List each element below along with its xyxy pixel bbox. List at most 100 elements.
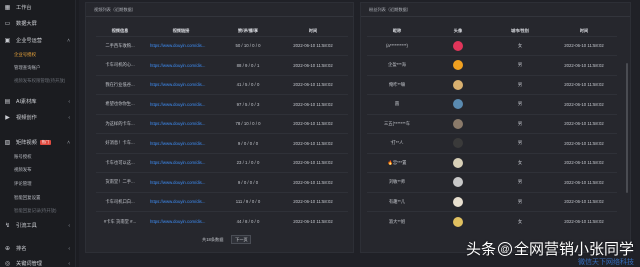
fox-avatar[interactable]	[453, 60, 463, 71]
fan-nickname-cell: 有趣**儿	[367, 191, 427, 212]
road-avatar[interactable]	[453, 118, 463, 129]
table-header-row: 昵称 头像 城市/性别 时间	[367, 26, 617, 36]
fan-time-cell: 2022-06-10 11:58:02	[551, 55, 617, 75]
sidebar-item-ai-library[interactable]: ▤ AI素材库 ‹	[0, 98, 76, 106]
video-link[interactable]: https://www.douyin.com/dis...	[144, 35, 218, 56]
sidebar-item-traffic-tool[interactable]: ↯ 引流工具 ‹	[0, 222, 76, 230]
fan-avatar-cell	[427, 133, 489, 153]
sidebar-item-keyword[interactable]: ◎ 关键词管理 ‹	[0, 260, 76, 267]
fan-gender-cell: 男	[489, 172, 551, 192]
table-row: 刘敏**师 男 2022-06-10 11:58:02	[367, 172, 617, 192]
next-page-button[interactable]: 下一页	[231, 235, 252, 244]
video-time-cell: 2022-06-10 11:58:02	[278, 94, 348, 114]
sidebar-subitem-publish-permission[interactable]: 视频发布权限管理(待开放)	[14, 78, 65, 84]
chevron-up-icon: ˄	[67, 139, 70, 146]
sidebar-item-matrix-video[interactable]: ▧ 矩阵视频 热门 ˄	[0, 139, 76, 147]
video-stats-cell: 9 / 0 / 0 / 0	[218, 172, 278, 192]
fan-avatar-cell	[427, 152, 489, 173]
video-link[interactable]: https://www.douyin.com/dis...	[144, 211, 218, 231]
video-link[interactable]: https://www.douyin.com/dis...	[144, 94, 218, 114]
fan-time-cell: 2022-06-10 11:58:02	[551, 74, 617, 95]
column-header: 头像	[453, 27, 463, 33]
at-icon: @	[497, 241, 512, 256]
video-table-body: 二手西车收购... https://www.douyin.com/dis... 50…	[96, 35, 348, 231]
sidebar-subitem-account-auth[interactable]: 账号授权	[14, 154, 32, 160]
column-header: 视频链接	[172, 27, 190, 33]
video-list-panel: 视频列表（近期数据） 视频信息 视频链接 赞/评/播/享 时间 二手西车收购..…	[85, 2, 354, 253]
sidebar: ▦ 工作台 ▭ 数据大屏 ▣ 企业号运营 ˄ 企业号授权 管理查询账户 视频发布…	[0, 0, 76, 267]
fan-avatar-cell	[427, 211, 489, 231]
sidebar-item-video-create[interactable]: ▶ 视频创作 ‹	[0, 114, 76, 122]
sun-avatar[interactable]	[453, 216, 463, 227]
video-info-cell: 好消息！卡车...	[96, 133, 144, 153]
table-row: #卡车 货南堂 #... https://www.douyin.com/dis..…	[96, 211, 348, 231]
fan-avatar-cell	[427, 191, 489, 212]
video-stats-cell: 44 / 8 / 0 / 0	[218, 211, 278, 231]
table-row: 二手西车收购... https://www.douyin.com/dis... 50…	[96, 35, 348, 56]
fan-nickname-cell: 🔥忠***置	[367, 152, 427, 173]
video-link[interactable]: https://www.douyin.com/dis...	[144, 113, 218, 134]
video-link[interactable]: https://www.douyin.com/dis...	[144, 133, 218, 153]
fan-gender-cell: 男	[489, 113, 551, 134]
fan-avatar-cell	[427, 35, 489, 56]
chevron-left-icon: ‹	[68, 98, 70, 105]
sidebar-item-ranking[interactable]: ⊕ 排名 ‹	[0, 245, 76, 253]
music-note-avatar[interactable]	[453, 40, 463, 51]
table-row: 希望也你你生... https://www.douyin.com/dis... 97…	[96, 94, 348, 114]
fans-list-panel: 粉丝列表（近期数据） 昵称 头像 城市/性别 时间 (a**********) 女…	[360, 2, 631, 253]
video-time-cell: 2022-06-10 11:58:02	[278, 55, 348, 75]
fan-nickname-cell: 淑大**姐	[367, 211, 427, 231]
table-row: 有趣**儿 男 2022-06-10 11:58:02	[367, 191, 617, 212]
dark-avatar[interactable]	[453, 138, 463, 149]
dashboard-icon: ▭	[4, 21, 11, 27]
table-row: 🔥忠***置 女 2022-06-10 11:58:02	[367, 152, 617, 173]
main-content: 视频列表（近期数据） 视频信息 视频链接 赞/评/播/享 时间 二手西车收购..…	[79, 0, 640, 267]
table-row: 卡车也可以这... https://www.douyin.com/dis... 23…	[96, 152, 348, 173]
sidebar-item-label: 排名	[16, 246, 27, 252]
sidebar-item-workbench[interactable]: ▦ 工作台	[0, 4, 76, 11]
sidebar-item-label: 矩阵视频	[16, 140, 37, 146]
sidebar-subitem-enterprise-auth[interactable]: 企业号授权	[14, 52, 36, 58]
video-time-cell: 2022-06-10 11:58:02	[278, 133, 348, 153]
fan-time-cell: 2022-06-10 11:58:02	[551, 191, 617, 212]
traffic-tool-icon: ↯	[4, 223, 11, 229]
video-link[interactable]: https://www.douyin.com/dis...	[144, 55, 218, 75]
sidebar-item-label: 工作台	[16, 5, 32, 11]
fan-time-cell: 2022-06-10 11:58:02	[551, 172, 617, 192]
sidebar-subitem-smart-reply-records[interactable]: 智能回复记录(待开放)	[14, 208, 56, 214]
person-avatar[interactable]	[453, 79, 463, 90]
video-link[interactable]: https://www.douyin.com/dis...	[144, 172, 218, 192]
video-stats-cell: 88 / 9 / 0 / 1	[218, 55, 278, 75]
grey-avatar[interactable]	[453, 177, 463, 188]
fan-gender-cell: 男	[489, 55, 551, 75]
video-link[interactable]: https://www.douyin.com/dis...	[144, 74, 218, 95]
sidebar-item-dashboard[interactable]: ▭ 数据大屏	[0, 20, 76, 27]
video-link[interactable]: https://www.douyin.com/dis...	[144, 152, 218, 173]
sidebar-item-enterprise[interactable]: ▣ 企业号运营 ˄	[0, 37, 76, 45]
watermark-name: 全网营销小张同学	[513, 241, 634, 258]
light-avatar[interactable]	[453, 157, 463, 168]
fan-nickname-cell: '打**人	[367, 133, 427, 153]
column-header: 时间	[308, 27, 318, 33]
fan-nickname-cell: 俺咋**嘛	[367, 74, 427, 95]
sidebar-subitem-video-publish[interactable]: 视频发布	[14, 167, 32, 173]
video-info-cell: 为这样的卡车...	[96, 113, 144, 134]
fan-nickname-cell: 圆	[367, 94, 427, 114]
table-row: 圆 男 2022-06-10 11:58:02	[367, 94, 617, 114]
pale-avatar[interactable]	[453, 196, 463, 207]
sidebar-subitem-query-accounts[interactable]: 管理查询账户	[14, 65, 40, 71]
fan-nickname-cell: (a**********)	[367, 35, 427, 56]
video-info-cell: 希望也你你生...	[96, 94, 144, 114]
column-header: 时间	[579, 27, 589, 33]
video-time-cell: 2022-06-10 11:58:02	[278, 113, 348, 134]
vertical-scrollbar[interactable]	[626, 63, 628, 193]
video-info-cell: #卡车 货南堂 #...	[96, 211, 144, 231]
sidebar-subitem-comment-manage[interactable]: 评论管理	[14, 181, 32, 187]
sidebar-subitem-smart-reply-settings[interactable]: 智能回复设置	[14, 195, 40, 201]
watermark-sub: 微信天下网络科技	[578, 259, 634, 266]
keyword-icon: ◎	[4, 261, 11, 267]
video-info-cell: 卡车也可以这...	[96, 152, 144, 173]
video-link[interactable]: https://www.douyin.com/dis...	[144, 191, 218, 212]
watermark: 头条 @ 全网营销小张同学	[466, 238, 634, 259]
scenery-avatar[interactable]	[453, 99, 463, 110]
